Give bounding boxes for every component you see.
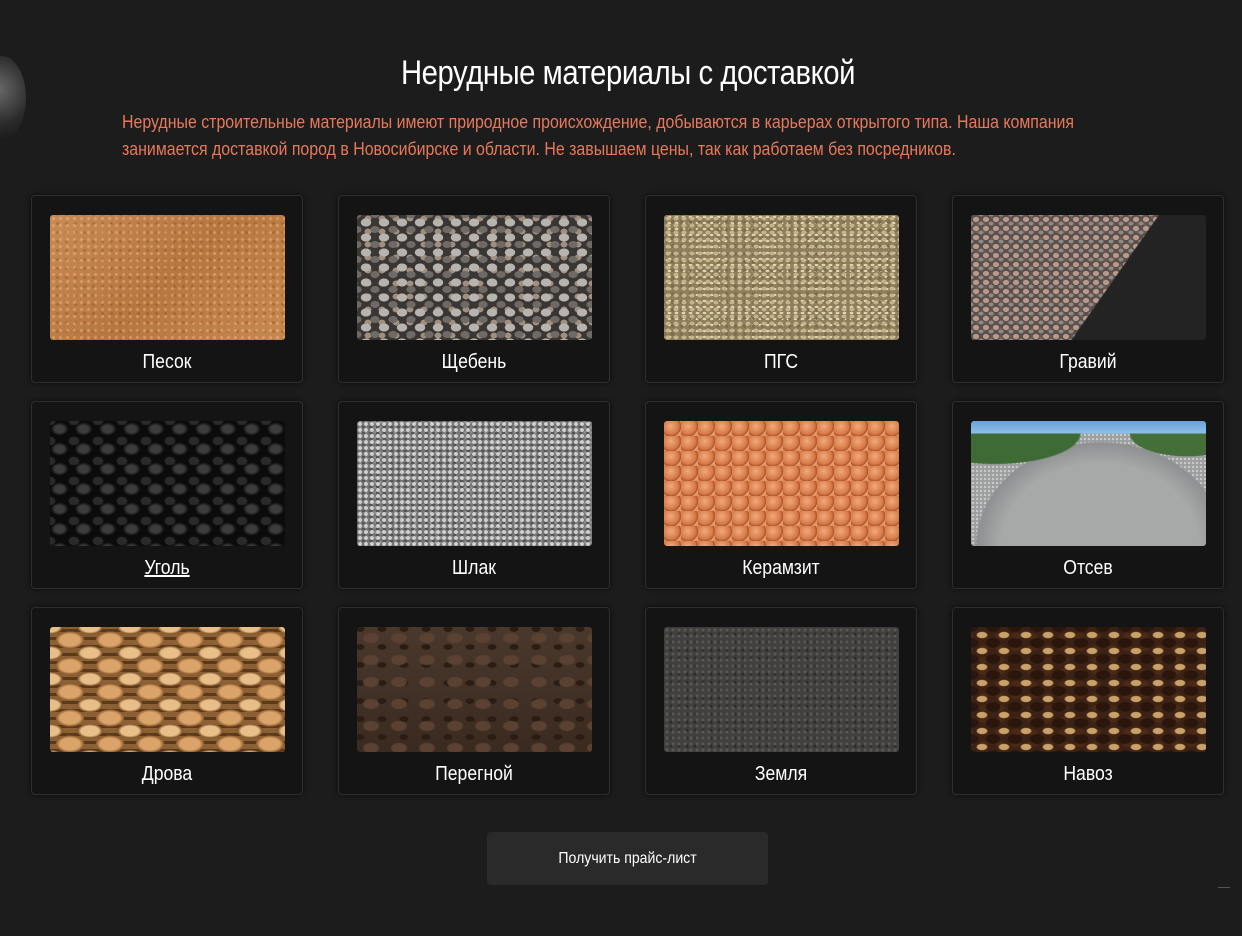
material-card-humus[interactable]: Перегной xyxy=(338,607,610,795)
material-card-slag[interactable]: Шлак xyxy=(338,401,610,589)
material-card-expanded-clay[interactable]: Керамзит xyxy=(645,401,917,589)
slag-photo[interactable] xyxy=(357,421,592,546)
material-label[interactable]: Отсев xyxy=(969,557,1207,580)
material-label[interactable]: Песок xyxy=(48,351,286,374)
pgs-photo[interactable] xyxy=(664,215,899,340)
section-title: Нерудные материалы с доставкой xyxy=(400,54,856,92)
material-label[interactable]: Навоз xyxy=(969,763,1207,786)
get-price-list-button[interactable]: Получить прайс-лист xyxy=(487,832,768,885)
coal-photo[interactable] xyxy=(50,421,285,546)
material-label[interactable]: ПГС xyxy=(662,351,900,374)
material-card-soil[interactable]: Земля xyxy=(645,607,917,795)
screenings-photo[interactable] xyxy=(971,421,1206,546)
gravel-photo[interactable] xyxy=(971,215,1206,340)
sand-photo[interactable] xyxy=(50,215,285,340)
material-card-sand[interactable]: Песок xyxy=(31,195,303,383)
decorative-stone-image xyxy=(0,56,26,140)
material-label[interactable]: Земля xyxy=(662,763,900,786)
material-label[interactable]: Гравий xyxy=(969,351,1207,374)
humus-photo[interactable] xyxy=(357,627,592,752)
soil-photo[interactable] xyxy=(664,627,899,752)
material-card-pgs[interactable]: ПГС xyxy=(645,195,917,383)
material-label[interactable]: Щебень xyxy=(355,351,593,374)
crushed-stone-photo[interactable] xyxy=(357,215,592,340)
section-description: Нерудные строительные материалы имеют пр… xyxy=(122,111,1075,159)
material-label[interactable]: Дрова xyxy=(48,763,286,786)
material-card-manure[interactable]: Навоз xyxy=(952,607,1224,795)
materials-page: Нерудные материалы с доставкой Нерудные … xyxy=(0,0,1242,936)
manure-photo[interactable] xyxy=(971,627,1206,752)
material-card-gravel[interactable]: Гравий xyxy=(952,195,1224,383)
firewood-photo[interactable] xyxy=(50,627,285,752)
divider xyxy=(1218,887,1230,888)
material-card-crushed-stone[interactable]: Щебень xyxy=(338,195,610,383)
material-card-coal[interactable]: Уголь xyxy=(31,401,303,589)
material-label[interactable]: Шлак xyxy=(355,557,593,580)
price-button-label: Получить прайс-лист xyxy=(558,850,697,867)
material-card-firewood[interactable]: Дрова xyxy=(31,607,303,795)
material-label[interactable]: Керамзит xyxy=(662,557,900,580)
expanded-clay-photo[interactable] xyxy=(664,421,899,546)
material-card-screenings[interactable]: Отсев xyxy=(952,401,1224,589)
material-label[interactable]: Уголь xyxy=(48,557,286,580)
material-label[interactable]: Перегной xyxy=(355,763,593,786)
